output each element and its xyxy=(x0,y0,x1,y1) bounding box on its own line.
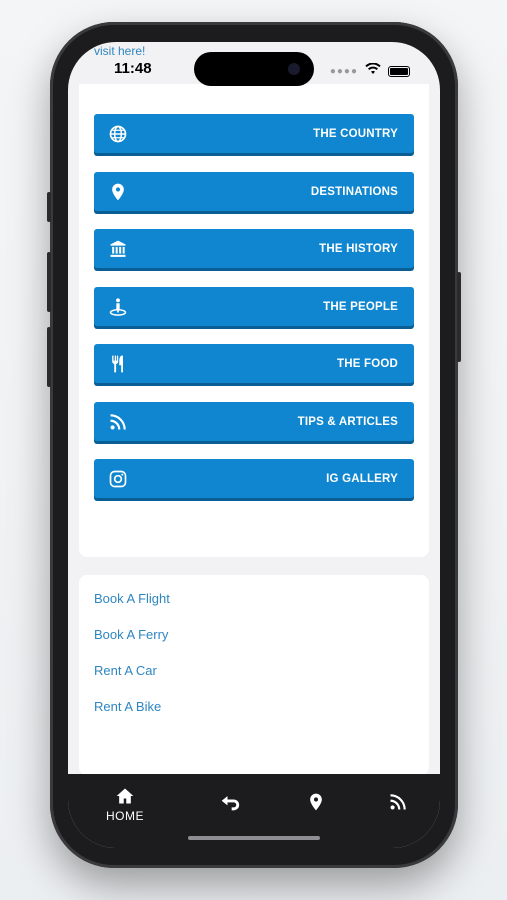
menu-button-label: THE COUNTRY xyxy=(313,127,398,140)
menu-card: THE COUNTRY DESTINATIONS THE HISTORY THE… xyxy=(79,84,429,557)
screen: THE COUNTRY DESTINATIONS THE HISTORY THE… xyxy=(68,42,440,848)
globe-icon xyxy=(108,124,128,144)
rent-car-link[interactable]: Rent A Car xyxy=(94,663,157,678)
map-pin-icon xyxy=(108,182,128,202)
book-ferry-link[interactable]: Book A Ferry xyxy=(94,627,168,642)
person-pin-icon xyxy=(108,297,128,317)
rss-icon xyxy=(108,412,128,432)
rent-bike-link[interactable]: Rent A Bike xyxy=(94,699,161,714)
home-icon xyxy=(115,786,135,806)
menu-button-destinations[interactable]: DESTINATIONS xyxy=(94,172,414,211)
home-indicator[interactable] xyxy=(188,836,320,840)
tab-home-label: HOME xyxy=(106,809,144,823)
tab-map[interactable] xyxy=(306,792,326,812)
fork-knife-icon xyxy=(108,354,128,374)
tab-home[interactable]: HOME xyxy=(106,786,144,823)
battery-icon xyxy=(388,65,410,77)
power-button xyxy=(457,272,461,362)
menu-button-the-people[interactable]: THE PEOPLE xyxy=(94,287,414,326)
book-flight-link[interactable]: Book A Flight xyxy=(94,591,170,606)
menu-button-label: THE FOOD xyxy=(336,357,398,370)
phone-frame: THE COUNTRY DESTINATIONS THE HISTORY THE… xyxy=(47,22,461,868)
back-arrow-icon xyxy=(220,792,240,812)
instagram-icon xyxy=(108,469,128,489)
camera-icon xyxy=(288,63,300,75)
menu-button-the-history[interactable]: THE HISTORY xyxy=(94,229,414,268)
tab-rss[interactable] xyxy=(388,792,408,812)
status-time: 11:48 xyxy=(114,60,152,77)
bottom-tab-bar: HOME xyxy=(68,774,440,848)
menu-button-label: DESTINATIONS xyxy=(310,185,398,198)
menu-button-tips-articles[interactable]: TIPS & ARTICLES xyxy=(94,402,414,441)
menu-button-label: THE PEOPLE xyxy=(323,300,398,313)
menu-button-label: IG GALLERY xyxy=(326,472,398,485)
rss-icon xyxy=(388,792,408,812)
wifi-icon xyxy=(365,62,381,80)
menu-button-the-country[interactable]: THE COUNTRY xyxy=(94,114,414,153)
dynamic-island xyxy=(194,52,314,86)
map-pin-icon xyxy=(306,792,326,812)
menu-button-ig-gallery[interactable]: IG GALLERY xyxy=(94,459,414,498)
mute-switch xyxy=(47,192,51,222)
signal-dots-icon: ●●●● xyxy=(329,65,358,77)
tab-back[interactable] xyxy=(220,792,240,812)
menu-button-label: TIPS & ARTICLES xyxy=(297,415,398,428)
volume-up-button xyxy=(47,252,51,312)
booking-links-card: Book A Flight Book A Ferry Rent A Car Re… xyxy=(79,575,429,775)
visit-link[interactable]: visit here! xyxy=(94,44,145,58)
menu-button-the-food[interactable]: THE FOOD xyxy=(94,344,414,383)
status-icons: ●●●● xyxy=(330,62,410,80)
menu-button-label: THE HISTORY xyxy=(319,242,398,255)
museum-icon xyxy=(108,239,128,259)
volume-down-button xyxy=(47,327,51,387)
